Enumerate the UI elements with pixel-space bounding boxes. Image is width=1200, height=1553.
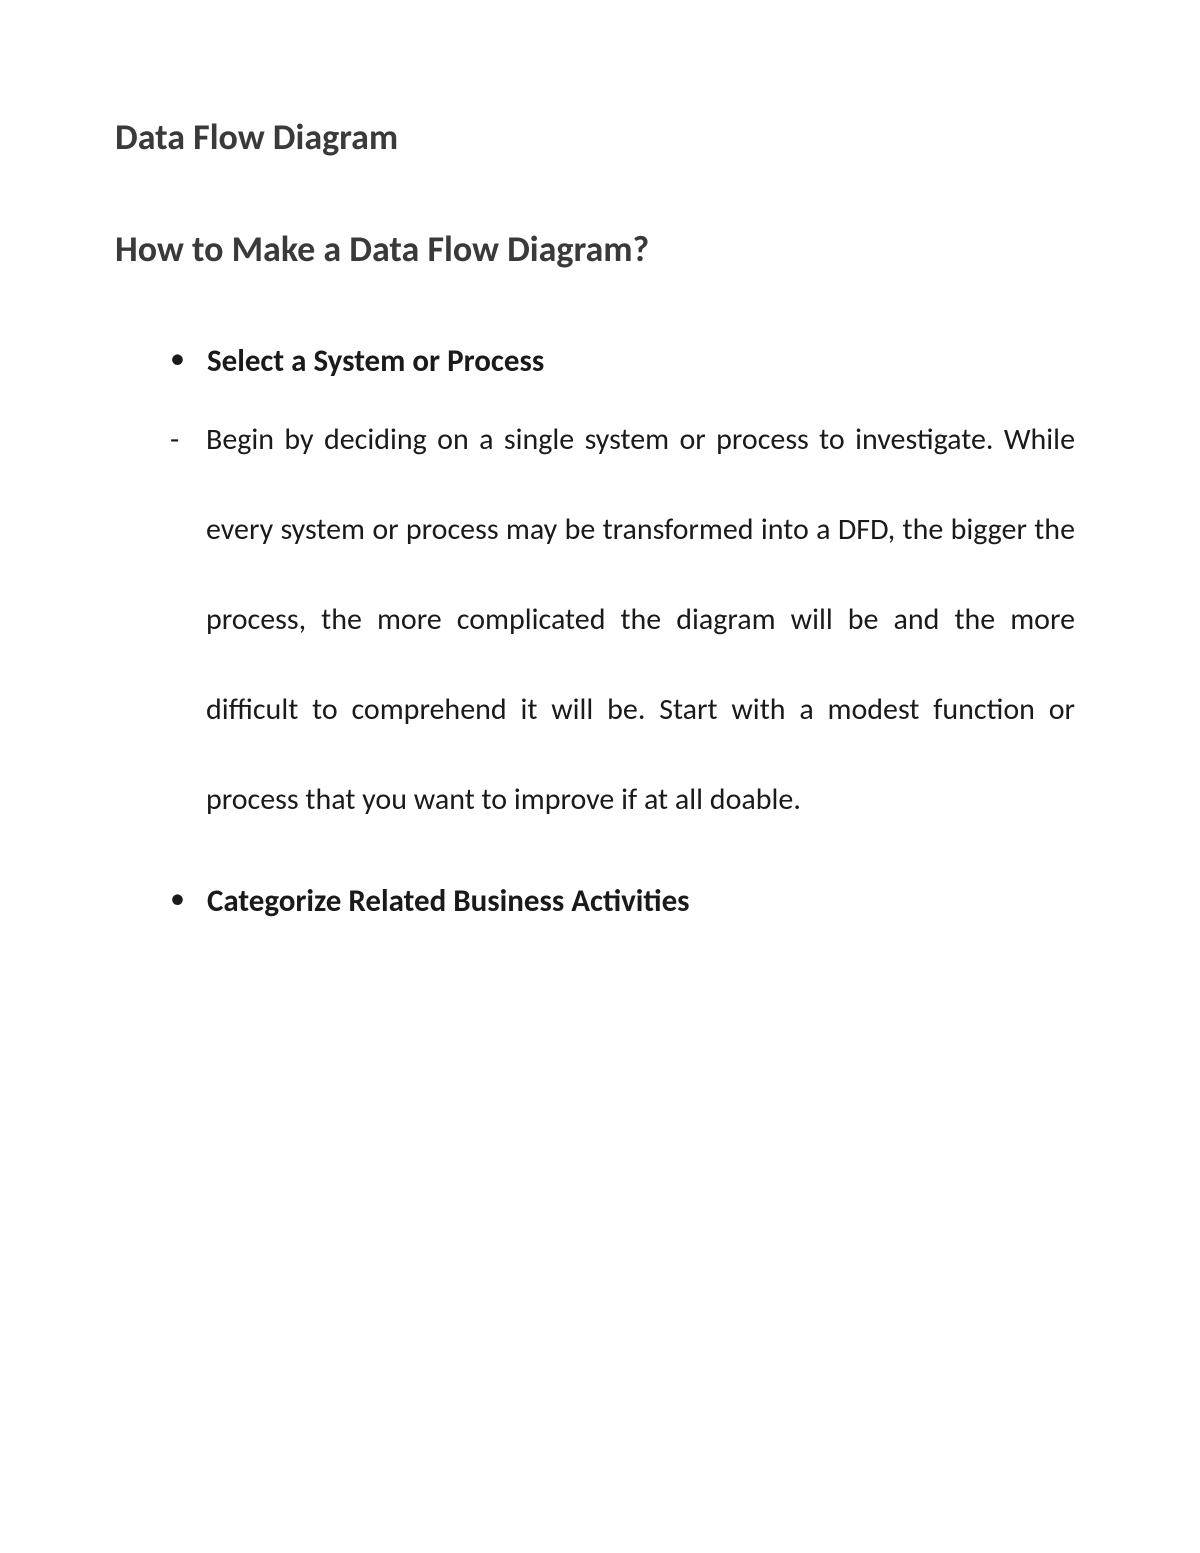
bullet-icon: •	[170, 341, 185, 377]
list-item: • Select a System or Process	[170, 341, 1075, 383]
dash-icon: -	[170, 417, 184, 462]
list-item-heading: Select a System or Process	[207, 341, 544, 383]
document-title: Data Flow Diagram	[115, 115, 1085, 159]
list-item-text: Begin by deciding on a single system or …	[206, 395, 1075, 845]
list-item: - Begin by deciding on a single system o…	[170, 417, 1075, 845]
document-body: • Select a System or Process - Begin by …	[115, 341, 1085, 923]
list-item-heading: Categorize Related Business Activities	[207, 881, 690, 923]
document-subtitle: How to Make a Data Flow Diagram?	[115, 227, 1085, 271]
bullet-icon: •	[170, 881, 185, 917]
list-item: • Categorize Related Business Activities	[170, 881, 1075, 923]
